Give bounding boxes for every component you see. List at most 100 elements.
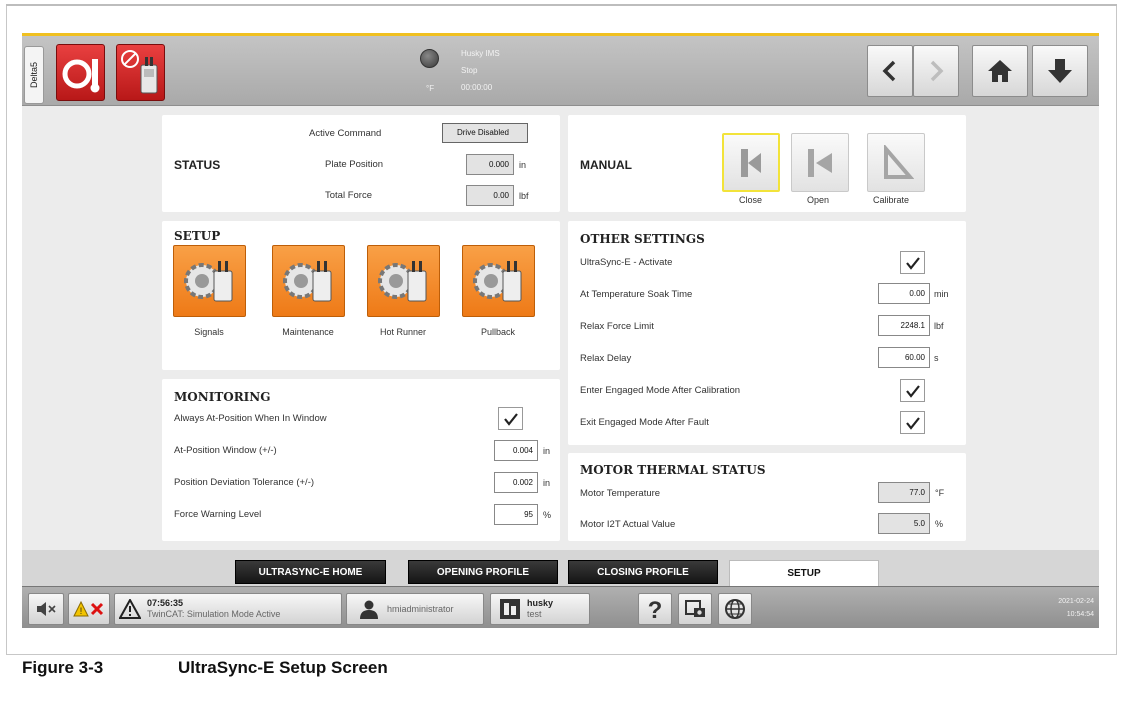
heater-alarm-button[interactable] [56, 44, 105, 101]
plate-position-value: 0.000 [466, 154, 514, 175]
gear-icon [377, 261, 426, 302]
manual-title: MANUAL [580, 158, 632, 172]
hot-runner-tile[interactable] [367, 245, 440, 317]
user-button[interactable]: hmiadministrator [346, 593, 484, 625]
svg-text:!: ! [80, 606, 83, 616]
forward-button[interactable] [913, 45, 959, 97]
exit-engaged-checkbox[interactable] [900, 411, 925, 434]
motor-i2t-label: Motor I2T Actual Value [580, 519, 676, 530]
always-at-position-label: Always At-Position When In Window [174, 413, 327, 424]
calibrate-label: Calibrate [873, 195, 910, 205]
soak-time-unit: min [934, 289, 949, 299]
deviation-tolerance-input[interactable]: 0.002 [494, 472, 538, 493]
at-position-window-input[interactable]: 0.004 [494, 440, 538, 461]
deviation-tolerance-label: Position Deviation Tolerance (+/-) [174, 477, 315, 488]
signals-tile[interactable] [173, 245, 246, 317]
home-icon [988, 60, 1012, 82]
active-command-label: Active Command [309, 128, 382, 139]
footer-time: 10:54:54 [1066, 611, 1094, 618]
total-force-value: 0.00 [466, 185, 514, 206]
mute-button[interactable] [28, 593, 64, 625]
screen-tab-bar: ULTRASYNC-E HOME OPENING PROFILE CLOSING… [22, 550, 1099, 586]
force-warning-input[interactable]: 95 [494, 504, 538, 525]
gear-icon [472, 261, 521, 302]
tab-setup[interactable]: SETUP [729, 560, 879, 586]
mold-button[interactable]: husky test [490, 593, 590, 625]
soak-time-input[interactable]: 0.00 [878, 283, 930, 304]
pullback-tile[interactable] [462, 245, 535, 317]
setup-panel: SETUP Signals Maintenance Hot Runner Pul… [162, 221, 560, 370]
gear-icon [282, 261, 331, 302]
user-icon [360, 600, 378, 619]
open-button[interactable] [791, 133, 849, 192]
always-at-position-checkbox[interactable] [498, 407, 523, 430]
at-position-window-unit: in [543, 446, 551, 456]
motor-i2t-value: 5.0 [878, 513, 930, 534]
plate-position-unit: in [519, 160, 527, 170]
figure-number: Figure 3-3 [22, 658, 104, 677]
calibrate-icon [884, 144, 914, 179]
tab-ultrasync-home[interactable]: ULTRASYNC-E HOME [235, 560, 386, 584]
globe-icon [725, 599, 745, 619]
close-label: Close [739, 195, 763, 205]
deviation-tolerance-unit: in [543, 478, 551, 488]
relax-delay-label: Relax Delay [580, 353, 632, 364]
top-bar: Delta5 °F Husky IMS Stop 00:00:00 [22, 36, 1099, 106]
engaged-after-cal-label: Enter Engaged Mode After Calibration [580, 385, 741, 396]
checkmark-icon [905, 416, 920, 430]
language-button[interactable] [718, 593, 752, 625]
force-warning-label: Force Warning Level [174, 509, 262, 520]
motor-temperature-value: 77.0 [878, 482, 930, 503]
setup-title: SETUP [174, 229, 221, 243]
question-mark-icon: ? [648, 597, 663, 621]
relax-delay-unit: s [934, 353, 939, 363]
alarm-reset-button[interactable]: ! [68, 593, 110, 625]
screen-capture-button[interactable] [678, 593, 712, 625]
screen-capture-icon [685, 600, 705, 617]
figure-title: UltraSync-E Setup Screen [178, 658, 388, 677]
close-button[interactable] [722, 133, 780, 192]
home-button[interactable] [972, 45, 1028, 97]
calibrate-button[interactable] [867, 133, 925, 192]
document-top-rule [6, 4, 1117, 6]
manual-panel: MANUAL Close Open Calibrate [568, 115, 966, 212]
close-mold-icon [741, 148, 761, 177]
machine-tab[interactable]: Delta5 [24, 46, 44, 104]
svg-text:?: ? [648, 597, 663, 621]
gear-icon [183, 261, 232, 302]
system-name: Husky IMS [461, 49, 500, 58]
back-button[interactable] [867, 45, 913, 97]
open-mold-icon [808, 148, 832, 177]
back-arrow-icon [882, 60, 896, 82]
soak-time-label: At Temperature Soak Time [580, 289, 693, 300]
warning-clear-icon: ! [73, 600, 104, 617]
ultrasync-activate-checkbox[interactable] [900, 251, 925, 274]
engaged-after-cal-checkbox[interactable] [900, 379, 925, 402]
total-force-unit: lbf [519, 191, 529, 201]
tab-closing-profile[interactable]: CLOSING PROFILE [568, 560, 718, 584]
relax-delay-input[interactable]: 60.00 [878, 347, 930, 368]
other-settings-title: OTHER SETTINGS [580, 232, 705, 246]
temperature-unit-label: °F [426, 84, 435, 93]
speaker-mute-icon [37, 602, 56, 616]
download-button[interactable] [1032, 45, 1088, 97]
pullback-label: Pullback [480, 327, 516, 337]
active-alarm-banner[interactable]: 07:56:35 TwinCAT: Simulation Mode Active [114, 593, 342, 625]
help-button[interactable]: ? [638, 593, 672, 625]
force-warning-unit: % [543, 510, 552, 520]
figure-caption: Figure 3-3 UltraSync-E Setup Screen [6, 654, 1117, 712]
signals-label: Signals [194, 327, 224, 337]
maintenance-tile[interactable] [272, 245, 345, 317]
relax-force-input[interactable]: 2248.1 [878, 315, 930, 336]
hmi-screen: Delta5 °F Husky IMS Stop 00:00:00 STATUS… [22, 33, 1099, 628]
system-timer: 00:00:00 [461, 83, 493, 92]
ultrasync-disabled-button[interactable] [116, 44, 165, 101]
forward-arrow-icon [930, 60, 944, 82]
tab-opening-profile[interactable]: OPENING PROFILE [408, 560, 558, 584]
system-state: Stop [461, 66, 478, 75]
status-panel: STATUS Active Command Drive Disabled Pla… [162, 115, 560, 212]
status-footer: ! 07:56:35 TwinCAT: Simulation Mode Acti… [22, 586, 1099, 628]
download-arrow-icon [1048, 59, 1072, 83]
motor-temperature-label: Motor Temperature [580, 488, 661, 499]
monitoring-panel: MONITORING Always At-Position When In Wi… [162, 379, 560, 541]
